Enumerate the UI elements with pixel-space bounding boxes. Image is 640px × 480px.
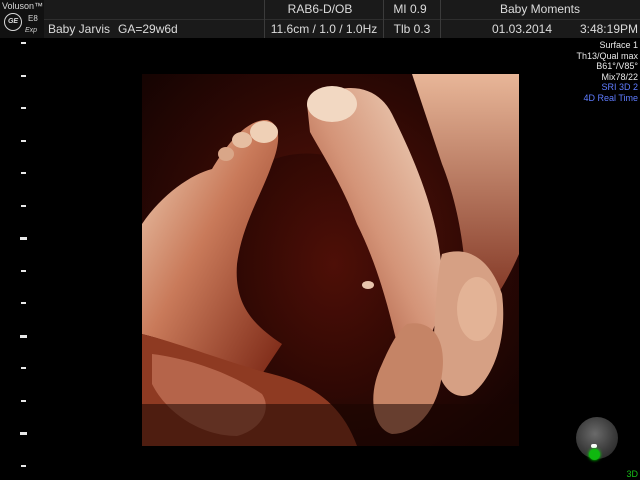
exam-time: 3:48:19PM bbox=[579, 22, 638, 36]
brand-submodel: Exp bbox=[25, 27, 38, 34]
thermal-index: Tlb 0.3 bbox=[393, 22, 431, 36]
depth-tick bbox=[21, 464, 26, 467]
ultrasound-screen: RAB6-D/OB MI 0.9 Baby Moments Baby Jarvi… bbox=[0, 0, 640, 480]
header-divider bbox=[264, 0, 265, 38]
brand-model: E8 bbox=[28, 14, 38, 23]
depth-tick bbox=[20, 237, 27, 240]
depth-tick bbox=[20, 432, 27, 435]
header-divider bbox=[383, 0, 384, 38]
param-mix: Mix78/22 bbox=[601, 71, 638, 82]
depth-tick bbox=[21, 367, 26, 369]
header-row-1: RAB6-D/OB MI 0.9 Baby Moments bbox=[0, 0, 640, 19]
exam-date: 01.03.2014 bbox=[491, 22, 553, 36]
depth-tick bbox=[21, 139, 26, 142]
header-divider bbox=[440, 0, 441, 38]
study-label: Baby Moments bbox=[499, 2, 581, 16]
brand-block: Voluson™ GE E8 Exp bbox=[0, 0, 44, 38]
param-realtime: 4D Real Time bbox=[583, 92, 638, 103]
depth-tick bbox=[21, 42, 26, 44]
depth-tick bbox=[21, 74, 26, 77]
depth-tick bbox=[21, 302, 26, 304]
probe-preset: RAB6-D/OB bbox=[287, 2, 353, 16]
mode-indicator: 3D bbox=[626, 469, 638, 479]
brand-name: Voluson™ bbox=[2, 1, 44, 11]
param-surface: Surface 1 bbox=[599, 40, 638, 50]
depth-tick bbox=[21, 172, 26, 174]
header-row-2: Baby Jarvis GA=29w6d 11.6cm / 1.0 / 1.0H… bbox=[0, 19, 640, 39]
depth-tick bbox=[21, 107, 26, 109]
depth-tick bbox=[21, 269, 26, 272]
header-bar: RAB6-D/OB MI 0.9 Baby Moments Baby Jarvi… bbox=[0, 0, 640, 38]
volume-render bbox=[142, 74, 519, 446]
ge-logo-icon: GE bbox=[4, 13, 22, 31]
depth-tick bbox=[21, 399, 26, 402]
orientation-marker-icon bbox=[589, 449, 600, 460]
depth-scale bbox=[0, 38, 40, 480]
orientation-highlight bbox=[591, 444, 597, 448]
depth-tick bbox=[21, 204, 26, 207]
render-parameters: Surface 1 Th13/Qual max B61°/V85° Mix78/… bbox=[576, 40, 638, 103]
mechanical-index: MI 0.9 bbox=[393, 2, 427, 16]
param-threshold: Th13/Qual max bbox=[576, 50, 638, 61]
gestational-age: GA=29w6d bbox=[118, 22, 178, 36]
depth-frequency: 11.6cm / 1.0 / 1.0Hz bbox=[270, 22, 378, 36]
param-brightness: B61°/V85° bbox=[596, 61, 638, 71]
depth-tick bbox=[20, 334, 27, 338]
param-sri: SRI 3D 2 bbox=[601, 82, 638, 92]
patient-name: Baby Jarvis bbox=[48, 22, 111, 36]
